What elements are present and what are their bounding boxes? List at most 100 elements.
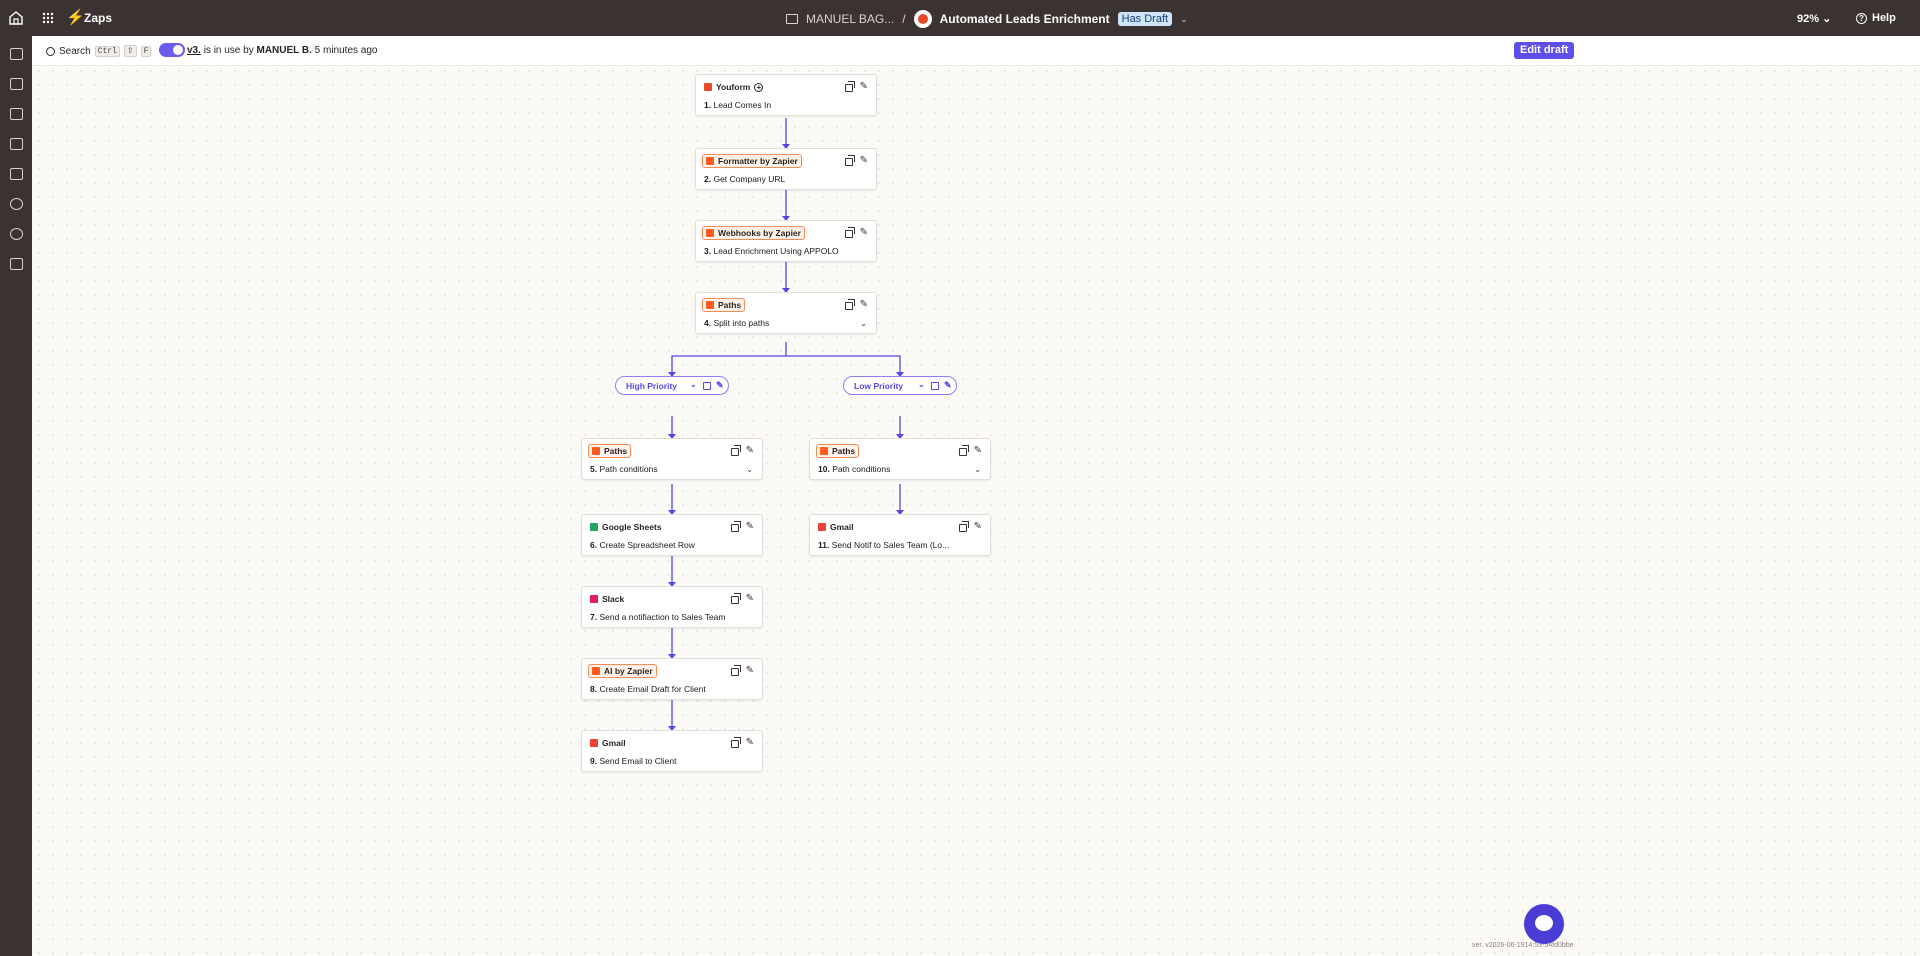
path-pill-high-priority[interactable]: High Priority ⌄ ✎ — [615, 376, 729, 395]
step-card[interactable]: Paths 5. Path conditions ✎ ⌄ — [581, 438, 763, 480]
copy-icon[interactable] — [959, 521, 969, 532]
step-card[interactable]: Gmail 9. Send Email to Client ✎ — [581, 730, 763, 772]
history-icon[interactable] — [10, 198, 23, 210]
build-version: ver. v2026-06-1914:53-54fd0bbe — [1472, 942, 1574, 949]
step-number: 3. — [704, 246, 712, 256]
step-app-name: Gmail — [602, 738, 626, 748]
step-card[interactable]: Youform + 1. Lead Comes In ✎ — [695, 74, 877, 116]
settings-icon[interactable] — [10, 228, 23, 240]
zaps-icon[interactable] — [10, 78, 23, 90]
step-title-text: Send Email to Client — [599, 756, 677, 766]
apps-grid-icon[interactable] — [42, 12, 54, 24]
tables-icon[interactable] — [10, 108, 23, 120]
pencil-icon[interactable]: ✎ — [860, 82, 868, 92]
step-app: Google Sheets — [590, 522, 662, 532]
copy-icon[interactable] — [703, 382, 711, 390]
path-label: Low Priority — [854, 381, 904, 391]
zap-owner-avatar — [913, 10, 932, 28]
chevron-down-icon[interactable]: ⌄ — [1180, 14, 1188, 25]
pencil-icon[interactable]: ✎ — [974, 446, 982, 456]
calendar-icon[interactable] — [10, 168, 23, 180]
chevron-down-icon[interactable]: ⌄ — [860, 319, 867, 328]
chevron-down-icon[interactable]: ⌄ — [690, 380, 697, 389]
step-card[interactable]: AI by Zapier 8. Create Email Draft for C… — [581, 658, 763, 700]
step-app-name: Paths — [718, 300, 742, 310]
step-number: 11. — [818, 540, 830, 550]
help-menu[interactable]: ? Help — [1856, 12, 1896, 24]
step-title-text: Path conditions — [599, 464, 658, 474]
pencil-icon[interactable]: ✎ — [860, 228, 868, 238]
step-card[interactable]: Webhooks by Zapier 3. Lead Enrichment Us… — [695, 220, 877, 262]
step-title: 10. Path conditions — [818, 464, 968, 474]
step-app-name: Formatter by Zapier — [718, 156, 798, 166]
pencil-icon[interactable]: ✎ — [944, 380, 952, 391]
pencil-icon[interactable]: ✎ — [746, 522, 754, 532]
copy-icon[interactable] — [845, 299, 855, 310]
step-card[interactable]: Slack 7. Send a notifiaction to Sales Te… — [581, 586, 763, 628]
step-app: Paths — [588, 444, 632, 458]
step-title-text: Get Company URL — [713, 174, 786, 184]
step-title: 11. Send Notif to Sales Team (Lo... — [818, 540, 968, 550]
chevron-down-icon[interactable]: ⌄ — [918, 380, 925, 389]
google-sheets-logo-icon — [590, 523, 598, 531]
path-pill-low-priority[interactable]: Low Priority ⌄ ✎ — [843, 376, 957, 395]
pencil-icon[interactable]: ✎ — [746, 666, 754, 676]
breadcrumb-separator: / — [902, 12, 906, 26]
step-card[interactable]: Gmail 11. Send Notif to Sales Team (Lo..… — [809, 514, 991, 556]
step-number: 4. — [704, 318, 712, 328]
copy-icon[interactable] — [931, 382, 939, 390]
step-app: Formatter by Zapier — [702, 154, 802, 168]
apps-icon[interactable] — [10, 48, 23, 60]
step-card[interactable]: Google Sheets 6. Create Spreadsheet Row … — [581, 514, 763, 556]
gmail-logo-icon — [818, 523, 826, 531]
draft-status-badge: Has Draft — [1117, 12, 1173, 26]
chevron-down-icon[interactable]: ⌄ — [746, 465, 753, 474]
trigger-plus-icon: + — [754, 82, 764, 92]
step-app: Gmail — [818, 522, 854, 532]
interfaces-icon[interactable] — [10, 138, 23, 150]
step-card[interactable]: Paths 4. Split into paths ✎ ⌄ — [695, 292, 877, 334]
step-title-text: Send a notifiaction to Sales Team — [599, 612, 726, 622]
paths-logo-icon — [592, 447, 600, 455]
chevron-down-icon[interactable]: ⌄ — [974, 465, 981, 474]
copy-icon[interactable] — [845, 155, 855, 166]
help-icon: ? — [1856, 12, 1867, 24]
copy-icon[interactable] — [845, 81, 855, 92]
help-label: Help — [1872, 12, 1896, 24]
pencil-icon[interactable]: ✎ — [746, 446, 754, 456]
slack-logo-icon — [590, 595, 598, 603]
step-title: 5. Path conditions — [590, 464, 740, 474]
copy-icon[interactable] — [845, 227, 855, 238]
pencil-icon[interactable]: ✎ — [974, 522, 982, 532]
step-title-text: Split into paths — [713, 318, 770, 328]
folder-name[interactable]: MANUEL BAG... — [806, 12, 894, 26]
app-label[interactable]: Zaps — [84, 11, 112, 25]
home-icon[interactable] — [8, 10, 24, 26]
step-app-name: Webhooks by Zapier — [718, 228, 801, 238]
pencil-icon[interactable]: ✎ — [860, 156, 868, 166]
pencil-icon[interactable]: ✎ — [860, 300, 868, 310]
pencil-icon[interactable]: ✎ — [716, 380, 724, 391]
copy-icon[interactable] — [731, 521, 741, 532]
step-card[interactable]: Paths 10. Path conditions ✎ ⌄ — [809, 438, 991, 480]
formatter-logo-icon — [706, 157, 714, 165]
copy-icon[interactable] — [959, 445, 969, 456]
editor-canvas[interactable]: Search Ctrl ⇧ F v3. is in use by MANUEL … — [32, 36, 1920, 956]
step-app: AI by Zapier — [588, 664, 657, 678]
chat-support-icon[interactable] — [1524, 904, 1564, 944]
step-title-text: Path conditions — [832, 464, 891, 474]
pencil-icon[interactable]: ✎ — [746, 594, 754, 604]
copy-icon[interactable] — [731, 737, 741, 748]
step-title-text: Lead Enrichment Using APPOLO — [713, 246, 839, 256]
zoom-menu[interactable]: 92% ⌄ — [1797, 12, 1831, 25]
copy-icon[interactable] — [731, 445, 741, 456]
zoom-level: 92% — [1797, 13, 1820, 25]
copy-icon[interactable] — [731, 665, 741, 676]
step-card[interactable]: Formatter by Zapier 2. Get Company URL ✎ — [695, 148, 877, 190]
zap-title[interactable]: Automated Leads Enrichment — [940, 12, 1110, 26]
templates-icon[interactable] — [10, 258, 23, 270]
pencil-icon[interactable]: ✎ — [746, 738, 754, 748]
copy-icon[interactable] — [731, 593, 741, 604]
step-title-text: Create Spreadsheet Row — [599, 540, 695, 550]
step-number: 7. — [590, 612, 598, 622]
